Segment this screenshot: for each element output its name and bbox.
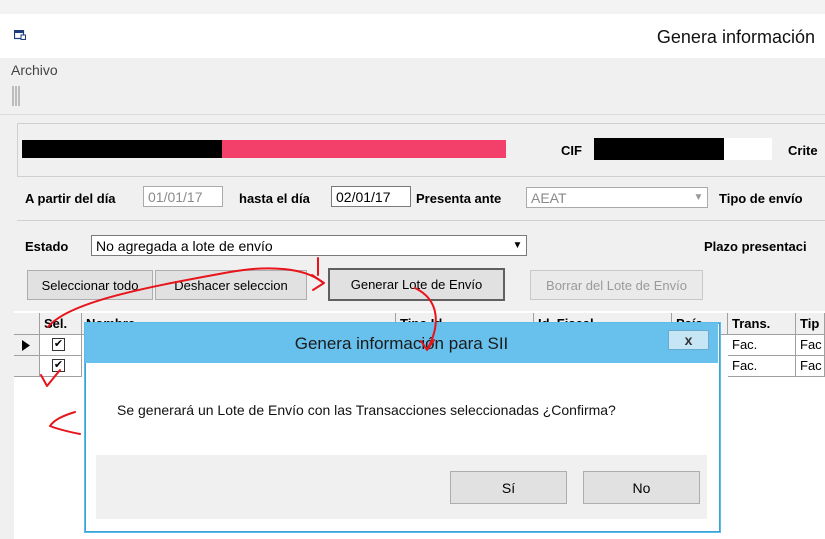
to-date-label: hasta el día xyxy=(239,191,310,206)
current-row-arrow-icon xyxy=(22,340,30,351)
from-date-field[interactable]: 01/01/17 xyxy=(143,186,223,207)
send-type-label: Tipo de envío xyxy=(719,191,803,206)
redacted-cif xyxy=(594,138,724,160)
deadline-label: Plazo presentaci xyxy=(704,239,807,254)
generate-batch-button[interactable]: Generar Lote de Envío xyxy=(328,268,505,301)
row-checkbox[interactable]: ✔ xyxy=(52,338,65,351)
col-header-sel[interactable]: Sel. xyxy=(40,313,82,335)
cif-label: CIF xyxy=(561,143,582,158)
company-name-highlight xyxy=(222,140,506,158)
dialog-close-button[interactable]: x xyxy=(668,330,709,350)
cell-tip: Fac xyxy=(796,335,825,356)
toolbar-grip-icon[interactable] xyxy=(12,86,20,106)
state-label: Estado xyxy=(25,239,69,254)
chevron-down-icon[interactable]: ▼ xyxy=(509,236,526,255)
cell-tip: Fac xyxy=(796,356,825,377)
chevron-down-icon[interactable]: ▼ xyxy=(690,188,707,207)
state-value: No agregada a lote de envío xyxy=(96,238,273,254)
select-all-button[interactable]: Seleccionar todo xyxy=(27,270,153,300)
divider xyxy=(17,220,825,221)
from-date-label: A partir del día xyxy=(25,191,116,206)
present-value: AEAT xyxy=(531,190,567,206)
window-title: Genera información xyxy=(656,27,815,47)
menu-bar xyxy=(0,58,825,82)
cell-trans: Fac. xyxy=(728,356,796,377)
background-window-strip xyxy=(0,0,825,15)
grid-corner xyxy=(14,313,40,335)
to-date-field[interactable]: 02/01/17 xyxy=(331,186,411,207)
row-selector[interactable] xyxy=(14,356,40,377)
present-combo[interactable]: AEAT ▼ xyxy=(526,187,708,208)
delete-batch-button: Borrar del Lote de Envío xyxy=(530,270,703,300)
criteria-label: Crite xyxy=(788,143,818,158)
row-selector[interactable] xyxy=(14,335,40,356)
table-row[interactable]: ✔ xyxy=(40,356,82,377)
app-icon xyxy=(14,30,26,40)
col-header-trans[interactable]: Trans. xyxy=(728,313,796,335)
dialog-title: Genera información para SII xyxy=(294,334,509,353)
undo-select-button[interactable]: Deshacer seleccion xyxy=(155,270,307,300)
no-button[interactable]: No xyxy=(583,471,700,504)
redacted-name xyxy=(22,140,222,158)
col-header-tip[interactable]: Tip xyxy=(796,313,825,335)
present-label: Presenta ante xyxy=(416,191,502,206)
table-row[interactable]: ✔ xyxy=(40,335,82,356)
cif-field[interactable] xyxy=(724,138,772,160)
dialog-message: Se generará un Lote de Envío con las Tra… xyxy=(117,402,616,418)
state-combo[interactable]: No agregada a lote de envío ▼ xyxy=(91,235,527,256)
cell-trans: Fac. xyxy=(728,335,796,356)
yes-button[interactable]: Sí xyxy=(450,471,567,504)
menu-archivo[interactable]: Archivo xyxy=(11,62,58,78)
toolbar xyxy=(0,82,825,115)
row-checkbox[interactable]: ✔ xyxy=(52,359,65,372)
